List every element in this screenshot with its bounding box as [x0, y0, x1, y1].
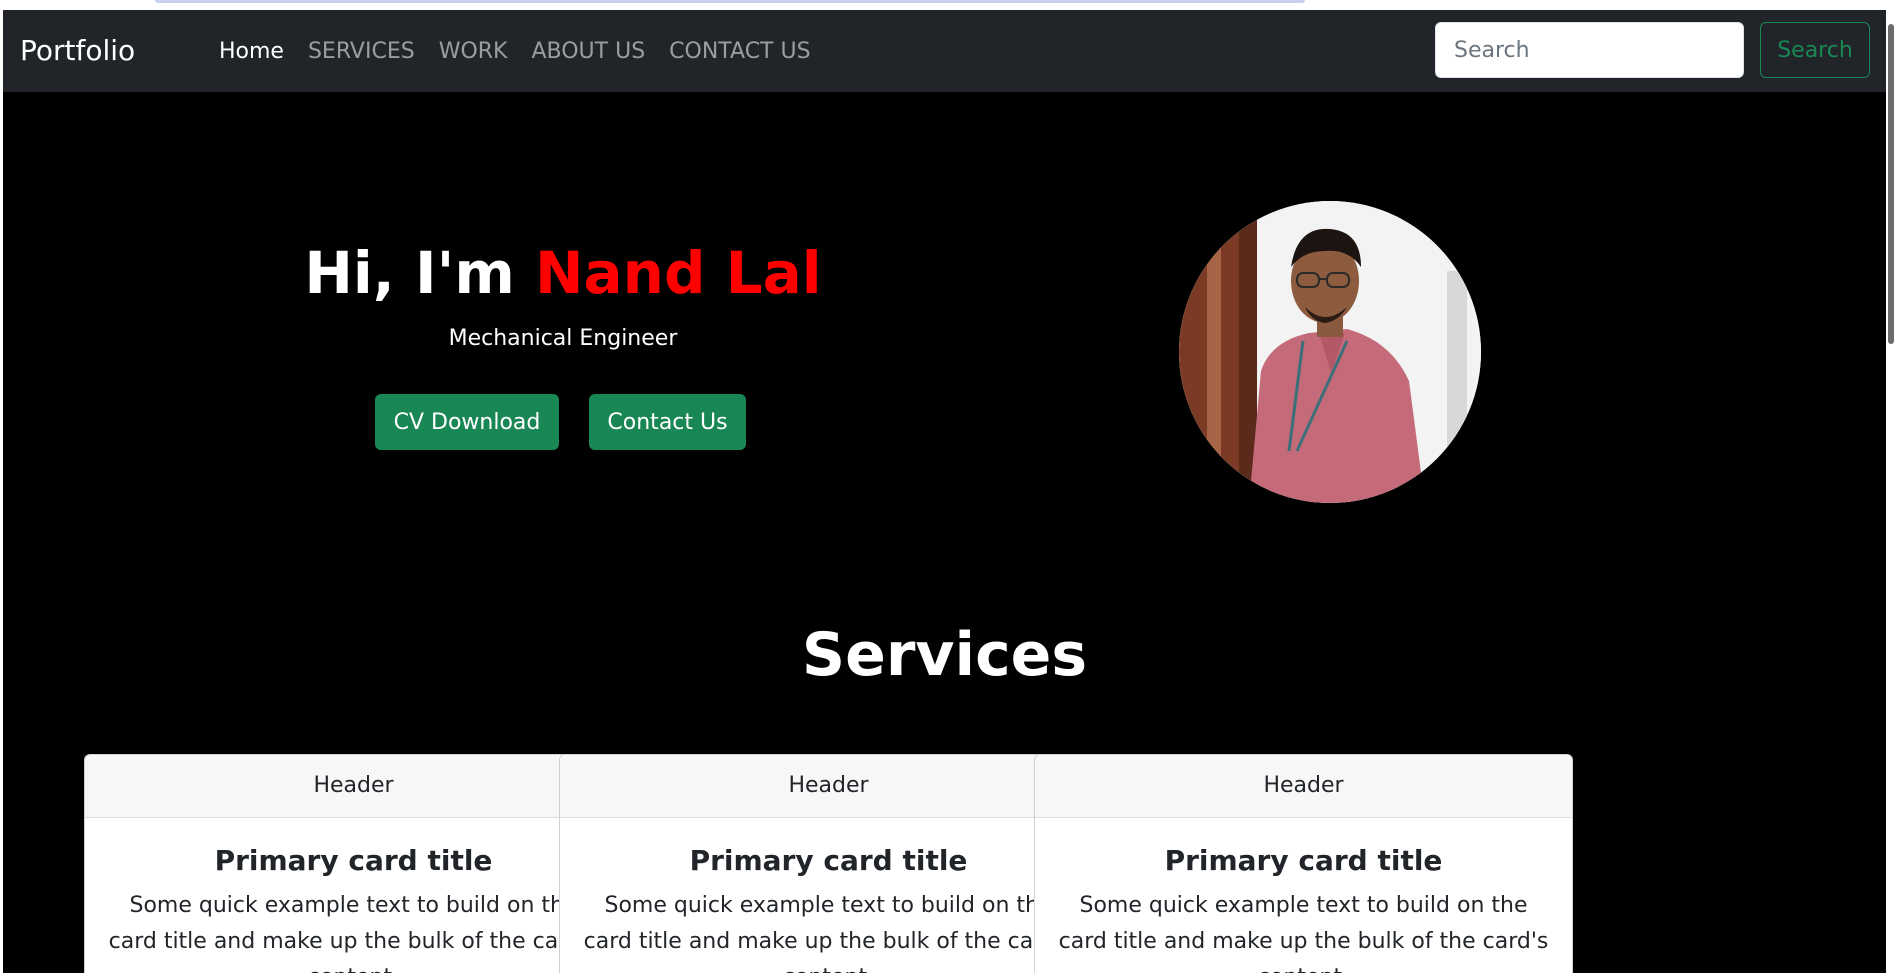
nav-link-about-us[interactable]: ABOUT US — [531, 37, 645, 67]
search-input[interactable] — [1435, 22, 1744, 78]
scrollbar-thumb[interactable] — [1888, 24, 1894, 344]
nav-link-home[interactable]: Home — [219, 37, 284, 67]
hero-heading: Hi, I'm Nand Lal — [3, 238, 1123, 308]
browser-tab-edge — [155, 0, 1305, 3]
brand-link[interactable]: Portfolio — [20, 34, 135, 68]
nav-link-work[interactable]: WORK — [439, 37, 508, 67]
service-card: Header Primary card title Some quick exa… — [84, 754, 623, 973]
services-heading: Services — [801, 620, 1088, 690]
card-header: Header — [560, 755, 1097, 818]
contact-us-button[interactable]: Contact Us — [589, 394, 746, 450]
card-title: Primary card title — [214, 844, 493, 877]
profile-avatar — [1179, 201, 1481, 503]
card-title: Primary card title — [1164, 844, 1443, 877]
hero-subtitle: Mechanical Engineer — [448, 326, 678, 351]
card-text: Some quick example text to build on the … — [1058, 893, 1549, 973]
search-button[interactable]: Search — [1760, 22, 1870, 78]
navbar: Portfolio Home SERVICES WORK ABOUT US CO… — [3, 10, 1886, 92]
browser-top-strip — [0, 0, 1896, 10]
vertical-scrollbar[interactable] — [1886, 10, 1896, 973]
profile-photo-icon — [1179, 201, 1481, 503]
page-viewport: Portfolio Home SERVICES WORK ABOUT US CO… — [3, 10, 1886, 973]
card-text: Some quick example text to build on the … — [108, 893, 599, 973]
cv-download-button[interactable]: CV Download — [375, 394, 559, 450]
card-title: Primary card title — [689, 844, 968, 877]
nav-links: Home SERVICES WORK ABOUT US CONTACT US — [219, 37, 835, 67]
hero-greeting: Hi, I'm — [304, 239, 515, 307]
card-header: Header — [85, 755, 622, 818]
card-header: Header — [1035, 755, 1572, 818]
nav-link-contact-us[interactable]: CONTACT US — [669, 37, 810, 67]
service-card: Header Primary card title Some quick exa… — [1034, 754, 1573, 973]
card-text: Some quick example text to build on the … — [583, 893, 1074, 973]
service-card: Header Primary card title Some quick exa… — [559, 754, 1098, 973]
nav-link-services[interactable]: SERVICES — [308, 37, 415, 67]
hero-name: Nand Lal — [534, 239, 822, 307]
